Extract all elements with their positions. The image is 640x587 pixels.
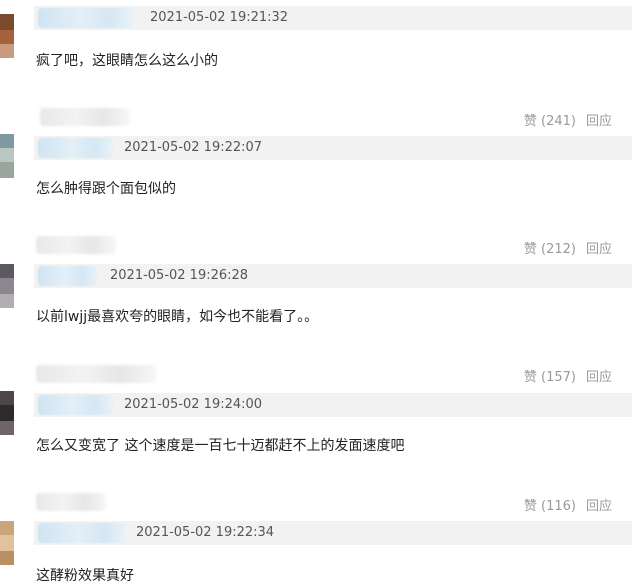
username[interactable]: [38, 266, 98, 286]
avatar[interactable]: [0, 264, 14, 308]
comment-text: 怎么肿得跟个面包似的: [36, 181, 176, 197]
avatar[interactable]: [0, 391, 14, 435]
comment-item: 2021-05-02 19:22:34 这酵粉效果真好: [0, 489, 640, 587]
username[interactable]: [38, 395, 114, 415]
comment-text: 怎么又变宽了 这个速度是一百七十迈都赶不上的发面速度吧: [36, 438, 405, 454]
username-blurred-header: [36, 236, 116, 254]
comment-meta-bar: 2021-05-02 19:22:07: [34, 136, 632, 160]
username-blurred-header: [36, 365, 156, 383]
avatar[interactable]: [0, 134, 14, 178]
comment-meta-bar: 2021-05-02 19:24:00: [34, 393, 632, 417]
comment-timestamp: 2021-05-02 19:21:32: [150, 10, 289, 25]
comment-text: 这酵粉效果真好: [36, 568, 134, 584]
avatar[interactable]: [0, 521, 14, 565]
username[interactable]: [38, 138, 114, 158]
comment-timestamp: 2021-05-02 19:22:07: [124, 140, 263, 155]
comment-meta-bar: 2021-05-02 19:21:32: [34, 6, 632, 30]
username[interactable]: [38, 8, 134, 28]
username-blurred-header: [36, 493, 106, 511]
username-blurred-header: [40, 108, 130, 126]
comment-timestamp: 2021-05-02 19:26:28: [110, 268, 249, 283]
comment-timestamp: 2021-05-02 19:22:34: [136, 525, 275, 540]
username[interactable]: [38, 523, 126, 543]
comment-text: 疯了吧，这眼睛怎么这么小的: [36, 53, 218, 69]
comment-meta-bar: 2021-05-02 19:22:34: [34, 521, 632, 545]
comment-meta-bar: 2021-05-02 19:26:28: [34, 264, 632, 288]
avatar[interactable]: [0, 14, 14, 58]
comment-timestamp: 2021-05-02 19:24:00: [124, 397, 263, 412]
comment-text: 以前lwjj最喜欢夸的眼睛，如今也不能看了。。: [36, 309, 319, 325]
